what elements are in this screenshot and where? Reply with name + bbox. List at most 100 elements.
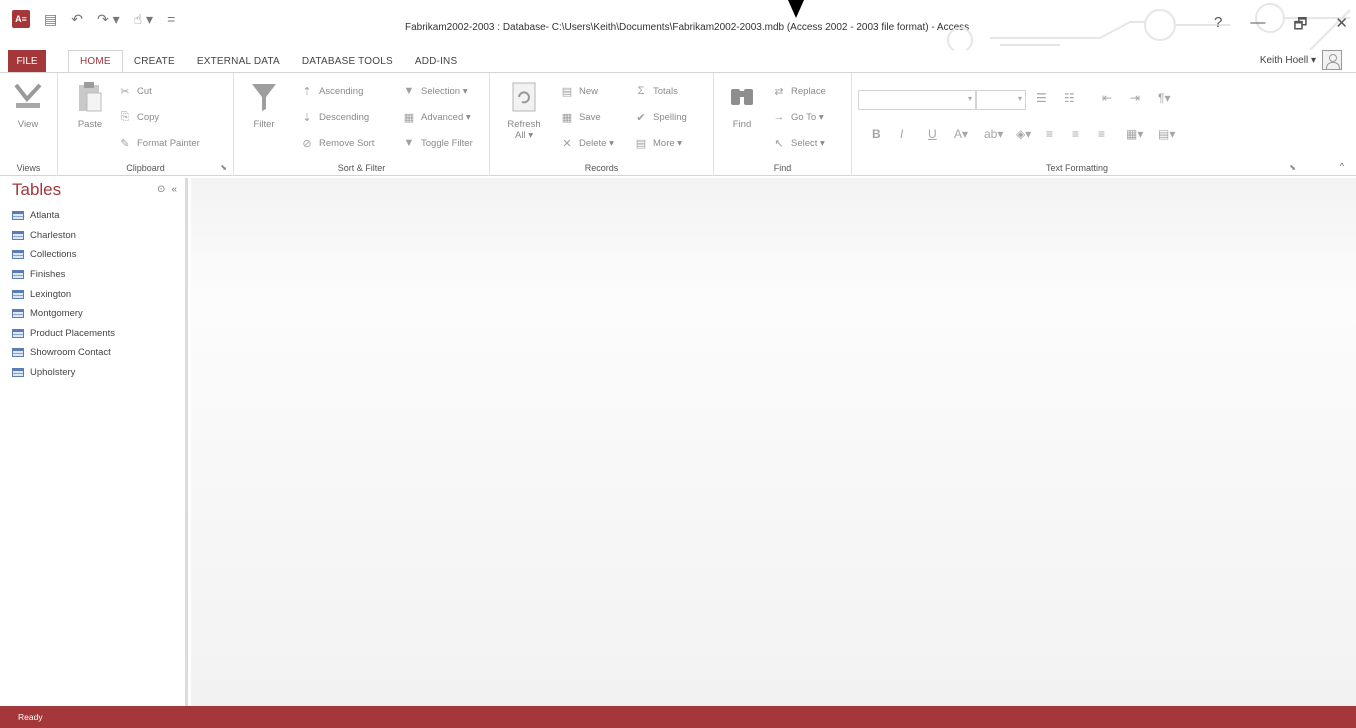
refresh-icon: [508, 81, 540, 115]
new-label: New: [579, 86, 599, 97]
align-center-icon[interactable]: ≡: [1072, 127, 1079, 141]
selection-button[interactable]: ▼ Selection ▾: [402, 85, 468, 97]
quick-access-toolbar: A≡ ▤ ↶ ↷ ▾ ☝ ▾ =: [12, 10, 175, 28]
collapse-ribbon-icon[interactable]: ^: [1340, 161, 1344, 171]
touch-mode-icon[interactable]: ☝ ▾: [134, 10, 153, 28]
numbering-icon[interactable]: ☷: [1064, 91, 1075, 105]
toggle-filter-icon: ▼: [403, 137, 415, 149]
totals-button[interactable]: Σ Totals: [634, 85, 678, 97]
sort-ascending-button[interactable]: ⇡ Ascending: [300, 85, 363, 98]
remove-sort-icon: ⊘: [302, 138, 312, 150]
undo-icon[interactable]: ↶: [71, 10, 83, 28]
decrease-indent-icon[interactable]: ⇤: [1102, 91, 1112, 105]
underline-button[interactable]: U: [928, 127, 937, 141]
selection-label: Selection ▾: [421, 85, 468, 97]
tab-add-ins[interactable]: ADD-INS: [404, 50, 469, 72]
delete-label: Delete ▾: [579, 138, 614, 149]
ribbon: View Views Paste ✂ Cut ⎘ Copy ✎ Format Pain…: [0, 72, 1356, 176]
paragraph-direction-icon[interactable]: ¶▾: [1158, 91, 1170, 105]
align-left-icon[interactable]: ≡: [1046, 127, 1053, 141]
nav-item-label: Charleston: [30, 229, 76, 241]
save-record-icon: ▦: [561, 112, 573, 124]
tab-database-tools[interactable]: DATABASE TOOLS: [291, 50, 404, 72]
fill-color-icon[interactable]: ◈▾: [1016, 127, 1031, 141]
more-button[interactable]: ▤ More ▾: [634, 137, 682, 150]
restore-button[interactable]: 🗗: [1293, 14, 1307, 39]
go-to-label: Go To ▾: [791, 111, 824, 123]
text-formatting-launcher-icon[interactable]: ⬊: [1289, 163, 1296, 172]
increase-indent-icon[interactable]: ⇥: [1130, 91, 1140, 105]
nav-item-finishes[interactable]: Finishes: [12, 265, 115, 285]
nav-item-collections[interactable]: Collections: [12, 245, 115, 265]
nav-item-label: Upholstery: [30, 367, 76, 379]
shutter-bar-close-icon[interactable]: «: [171, 184, 177, 195]
save-label: Save: [579, 112, 601, 123]
bullets-icon[interactable]: ☰: [1036, 91, 1047, 105]
group-sort-filter: Filter ⇡ Ascending ⇣ Descending ⊘ Remove So…: [234, 73, 490, 176]
ascending-label: Ascending: [319, 86, 364, 97]
select-button[interactable]: ↖ Select ▾: [772, 137, 824, 150]
help-button[interactable]: ?: [1214, 14, 1222, 39]
align-right-icon[interactable]: ≡: [1098, 127, 1105, 141]
format-painter-button[interactable]: ✎ Format Painter: [118, 137, 199, 150]
group-label-find: Find: [773, 163, 792, 173]
nav-item-upholstery[interactable]: Upholstery: [12, 363, 115, 383]
access-app-icon[interactable]: A≡: [12, 10, 30, 28]
save-record-button[interactable]: ▦ Save: [560, 111, 601, 124]
nav-item-atlanta[interactable]: Atlanta: [12, 206, 115, 226]
find-button[interactable]: Find: [722, 81, 762, 130]
nav-item-showroom-contact[interactable]: Showroom Contact: [12, 343, 115, 363]
nav-pane-title[interactable]: Tables: [12, 180, 61, 200]
highlight-color-icon[interactable]: ab▾: [984, 127, 1003, 141]
nav-pane-controls: ⊙ «: [157, 184, 177, 195]
tab-external-data[interactable]: EXTERNAL DATA: [186, 50, 291, 72]
filter-button[interactable]: Filter: [244, 81, 284, 130]
save-icon[interactable]: ▤: [44, 10, 57, 28]
go-to-button[interactable]: → Go To ▾: [772, 111, 824, 123]
copy-button[interactable]: ⎘ Copy: [118, 111, 160, 124]
group-label-clipboard: Clipboard: [126, 163, 165, 173]
view-button[interactable]: View: [8, 81, 48, 130]
sort-descending-button[interactable]: ⇣ Descending: [300, 111, 369, 124]
cut-button[interactable]: ✂ Cut: [118, 85, 151, 98]
advanced-button[interactable]: ▦ Advanced ▾: [402, 111, 471, 124]
nav-item-charleston[interactable]: Charleston: [12, 226, 115, 246]
view-label: View: [17, 119, 39, 130]
find-label: Find: [732, 119, 752, 130]
delete-record-button[interactable]: ✕ Delete ▾: [560, 137, 614, 150]
nav-item-label: Montgomery: [30, 308, 83, 320]
user-account[interactable]: Keith Hoell ▾: [1260, 50, 1342, 70]
table-icon: [12, 309, 24, 319]
refresh-all-button[interactable]: Refresh All ▾: [504, 81, 544, 141]
customize-qat-icon[interactable]: =: [167, 10, 175, 28]
clipboard-launcher-icon[interactable]: ⬊: [220, 163, 227, 172]
new-record-button[interactable]: ▤ New: [560, 85, 598, 98]
remove-sort-button[interactable]: ⊘ Remove Sort: [300, 137, 374, 150]
replace-button[interactable]: ⇄ Replace: [772, 85, 825, 98]
tab-file[interactable]: FILE: [8, 50, 46, 72]
gridlines-icon[interactable]: ▤▾: [1158, 127, 1175, 141]
tab-create[interactable]: CREATE: [123, 50, 186, 72]
nav-item-product-placements[interactable]: Product Placements: [12, 324, 115, 344]
spelling-button[interactable]: ✔ Spelling: [634, 111, 686, 124]
redo-icon[interactable]: ↷ ▾: [97, 10, 120, 28]
more-label: More ▾: [653, 138, 683, 149]
toggle-filter-button[interactable]: ▼ Toggle Filter: [402, 137, 473, 149]
alternate-row-color-icon[interactable]: ▦▾: [1126, 127, 1143, 141]
tab-home[interactable]: HOME: [68, 50, 123, 73]
table-icon: [12, 270, 24, 280]
nav-item-lexington[interactable]: Lexington: [12, 284, 115, 304]
paintbrush-icon: ✎: [120, 138, 130, 150]
nav-menu-icon[interactable]: ⊙: [157, 184, 165, 195]
close-button[interactable]: ✕: [1335, 14, 1348, 39]
paste-button[interactable]: Paste: [70, 81, 110, 130]
italic-button[interactable]: I: [900, 127, 903, 141]
user-name[interactable]: Keith Hoell ▾: [1260, 55, 1316, 66]
minimize-button[interactable]: —: [1250, 14, 1265, 39]
font-size-dropdown[interactable]: [976, 90, 1026, 110]
bold-button[interactable]: B: [872, 127, 881, 141]
font-color-icon[interactable]: A▾: [954, 127, 968, 141]
avatar[interactable]: [1322, 50, 1342, 70]
nav-item-montgomery[interactable]: Montgomery: [12, 304, 115, 324]
font-name-dropdown[interactable]: [858, 90, 976, 110]
